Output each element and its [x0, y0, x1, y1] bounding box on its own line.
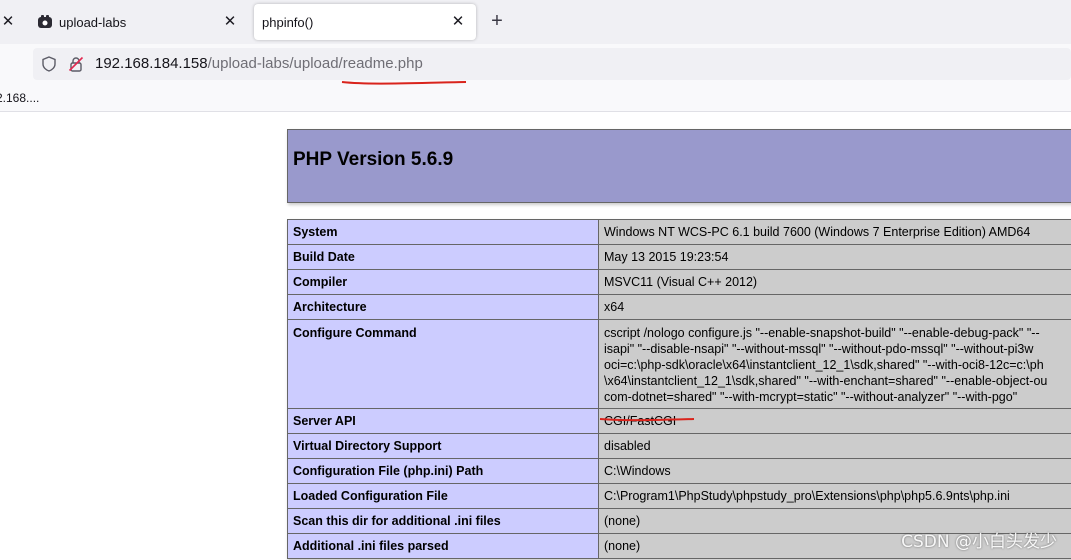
- watermark: CSDN @小白头发少: [901, 532, 1057, 552]
- shield-icon[interactable]: [41, 56, 57, 72]
- row-key: Architecture: [287, 294, 599, 320]
- close-icon[interactable]: ✕: [220, 12, 240, 32]
- lock-insecure-icon[interactable]: [68, 56, 84, 72]
- new-tab-button[interactable]: +: [486, 10, 508, 34]
- row-value: C:\Windows: [598, 458, 1071, 484]
- row-value: disabled: [598, 433, 1071, 459]
- row-value-line: \x64\instantclient_12_1\sdk,shared" "--w…: [604, 374, 1048, 388]
- row-value-line: disabled: [604, 439, 651, 453]
- bookmark-item[interactable]: 2.168....: [0, 91, 39, 105]
- tab-upload-labs[interactable]: upload-labs ✕: [26, 4, 248, 40]
- table-row: Compiler MSVC11 (Visual C++ 2012): [287, 269, 1071, 295]
- row-value-line: MSVC11 (Visual C++ 2012): [604, 275, 758, 289]
- row-value-line: x64: [604, 300, 625, 314]
- php-version-header: PHP Version 5.6.9: [287, 129, 1071, 203]
- row-key: Server API: [287, 408, 599, 434]
- row-key: Loaded Configuration File: [287, 483, 599, 509]
- page-content: PHP Version 5.6.9 System Windows NT WCS-P…: [0, 113, 1071, 560]
- row-value-line: com-dotnet=shared" "--with-mcrypt=static…: [604, 390, 1018, 404]
- row-key: System: [287, 219, 599, 245]
- row-value-line: oci=c:\php-sdk\oracle\x64\instantclient_…: [604, 358, 1044, 372]
- row-value-line: cscript /nologo configure.js "--enable-s…: [604, 326, 1040, 340]
- row-value-line: C:\Program1\PhpStudy\phpstudy_pro\Extens…: [604, 489, 1010, 503]
- row-key: Configuration File (php.ini) Path: [287, 458, 599, 484]
- row-key: Scan this dir for additional .ini files: [287, 508, 599, 534]
- row-key: Virtual Directory Support: [287, 433, 599, 459]
- close-icon[interactable]: ✕: [0, 12, 16, 32]
- page-title: PHP Version 5.6.9: [293, 149, 454, 170]
- close-icon[interactable]: ✕: [448, 12, 468, 32]
- table-row: Virtual Directory Support disabled: [287, 433, 1071, 459]
- table-row: Configure Command cscript /nologo configu…: [287, 319, 1071, 409]
- url-text[interactable]: 192.168.184.158/upload-labs/upload/readm…: [95, 55, 423, 72]
- row-value: MSVC11 (Visual C++ 2012): [598, 269, 1071, 295]
- nav-bar: 192.168.184.158/upload-labs/upload/readm…: [0, 44, 1071, 85]
- row-key: Compiler: [287, 269, 599, 295]
- address-bar[interactable]: 192.168.184.158/upload-labs/upload/readm…: [33, 48, 1071, 80]
- table-row: Loaded Configuration File C:\Program1\Php…: [287, 483, 1071, 509]
- tab-strip: ✕ upload-labs ✕ phpinfo() ✕ +: [0, 0, 1071, 44]
- row-value: Windows NT WCS-PC 6.1 build 7600 (Window…: [598, 219, 1071, 245]
- table-row: Configuration File (php.ini) Path C:\Wind…: [287, 458, 1071, 484]
- tab-label: upload-labs: [59, 14, 127, 30]
- row-key: Configure Command: [287, 319, 599, 409]
- upload-labs-favicon-icon: [38, 15, 52, 28]
- phpinfo-table: System Windows NT WCS-PC 6.1 build 7600 (…: [287, 219, 1071, 559]
- table-row: System Windows NT WCS-PC 6.1 build 7600 (…: [287, 219, 1071, 245]
- row-key: Additional .ini files parsed: [287, 533, 599, 559]
- table-row: Build Date May 13 2015 19:23:54: [287, 244, 1071, 270]
- tab-label: phpinfo(): [262, 14, 314, 30]
- bookmarks-bar: 2.168....: [0, 85, 1071, 112]
- row-value-line: (none): [604, 514, 641, 528]
- annotation-underline: [599, 418, 695, 422]
- url-host: 192.168.184.158: [95, 55, 208, 72]
- row-value: x64: [598, 294, 1071, 320]
- row-value-line: May 13 2015 19:23:54: [604, 250, 729, 264]
- row-value-line: Windows NT WCS-PC 6.1 build 7600 (Window…: [604, 225, 1031, 239]
- row-value-line: isapi" "--disable-nsapi" "--without-mssq…: [604, 342, 1034, 356]
- row-value-line: C:\Windows: [604, 464, 671, 478]
- table-row: Architecture x64: [287, 294, 1071, 320]
- url-path: /upload-labs/upload/readme.php: [207, 55, 423, 72]
- row-value: May 13 2015 19:23:54: [598, 244, 1071, 270]
- tab-phpinfo[interactable]: phpinfo() ✕: [254, 4, 476, 40]
- row-key: Build Date: [287, 244, 599, 270]
- row-value: C:\Program1\PhpStudy\phpstudy_pro\Extens…: [598, 483, 1071, 509]
- row-value: cscript /nologo configure.js "--enable-s…: [598, 319, 1071, 409]
